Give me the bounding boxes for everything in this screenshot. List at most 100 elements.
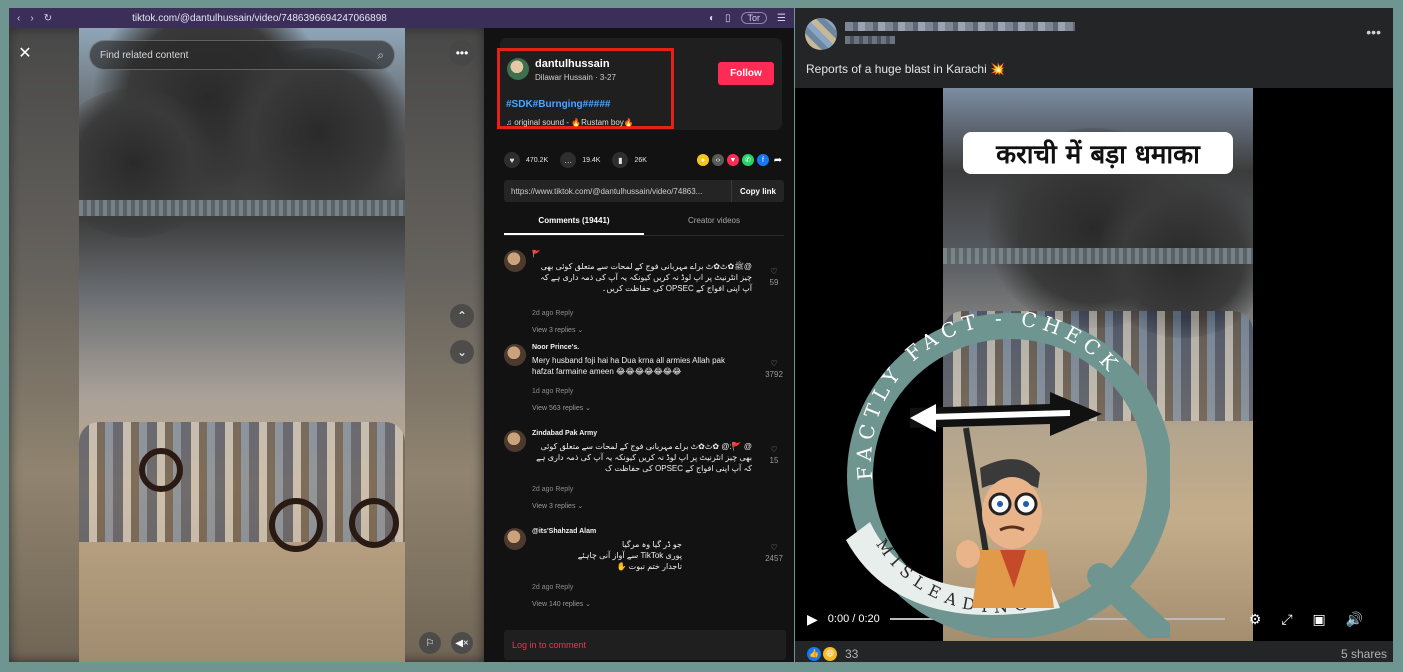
view-replies[interactable]: View 3 replies ⌄ (532, 326, 583, 334)
footbridge (943, 248, 1253, 264)
avatar[interactable] (504, 250, 526, 272)
facebook-video-player[interactable]: कराची में बड़ा धमाका (795, 88, 1393, 641)
comment-text: @ﷺ✿ٹ✿ٹ براے مہربانی فوج کے لمحات سے متعل… (540, 262, 752, 293)
reload-icon[interactable]: ↻ (44, 13, 52, 24)
sound-label[interactable]: ♫ original sound - 🔥Rustam boy🔥 (506, 118, 634, 127)
tab-comments[interactable]: Comments (19441) (504, 212, 644, 235)
video-frame[interactable] (79, 28, 405, 662)
report-icon[interactable]: ⚐ (419, 632, 441, 654)
fullscreen-icon[interactable]: ⤢ (1281, 611, 1292, 628)
comment-meta[interactable]: 1d ago Reply (532, 388, 573, 395)
video-progress-bar[interactable] (889, 618, 1225, 620)
post-meta (845, 36, 895, 44)
tiktok-window: ‹ › ↻ tiktok.com/@dantulhussain/video/74… (9, 8, 794, 662)
coin-icon[interactable]: ● (697, 154, 709, 166)
heart-outline-icon: ♡ (770, 543, 778, 552)
comment-like[interactable]: ♡ 15 (762, 444, 786, 466)
comment-meta[interactable]: 2d ago Reply (532, 584, 573, 591)
close-icon[interactable]: ✕ (12, 40, 38, 66)
menu-icon[interactable]: ☰ (777, 13, 786, 24)
comment-like[interactable]: ♡ 59 (762, 266, 786, 288)
video-controls: ▶ 0:00 / 0:20 ⚙ ⤢ ▣ 🔊 (795, 604, 1393, 634)
browser-toolbar: ‹ › ↻ tiktok.com/@dantulhussain/video/74… (9, 8, 794, 28)
comment-like-count: 2457 (765, 554, 783, 563)
send-icon[interactable]: ▼ (727, 154, 739, 166)
view-replies[interactable]: View 563 replies ⌄ (532, 404, 591, 412)
pip-icon[interactable]: ▣ (1313, 611, 1326, 628)
comment-text: Mery husband foji hai ha Dua krna all ar… (532, 356, 725, 376)
avatar[interactable] (504, 528, 526, 550)
avatar[interactable] (504, 430, 526, 452)
search-input[interactable]: Find related content ⌕ (89, 40, 395, 70)
comment-item: Noor Prince's. Mery husband foji hai ha … (504, 344, 786, 424)
footbridge (79, 200, 405, 216)
motorbike-wheel (269, 498, 323, 552)
author-username[interactable]: dantulhussain (535, 58, 610, 70)
heart-outline-icon: ♡ (770, 359, 778, 368)
heart-icon[interactable]: ♥ (504, 152, 520, 168)
comment-author[interactable]: 🚩 (532, 250, 541, 258)
comment-author[interactable]: @its'Shahzad Alam (532, 528, 596, 535)
tor-button[interactable]: Tor (740, 12, 768, 24)
login-to-comment[interactable]: Log in to comment (504, 630, 786, 660)
post-author-name[interactable] (845, 22, 1075, 31)
crowd (943, 311, 1253, 421)
facebook-post: ••• Reports of a huge blast in Karachi 💥… (795, 8, 1393, 662)
tab-bar: Comments (19441) Creator videos (504, 212, 784, 236)
search-icon[interactable]: ⌕ (377, 48, 384, 63)
post-caption: Reports of a huge blast in Karachi 💥 (806, 62, 1006, 76)
share-count[interactable]: 5 shares (1341, 647, 1387, 661)
search-placeholder: Find related content (100, 49, 189, 61)
facebook-icon[interactable]: f (757, 154, 769, 166)
mute-icon[interactable]: ◀× (451, 632, 473, 654)
previous-video-button[interactable]: ⌃ (450, 304, 474, 328)
sidebar-icon[interactable]: ▯ (725, 13, 731, 24)
share-arrow-icon[interactable]: ➦ (772, 154, 784, 166)
comment-icon[interactable]: … (560, 152, 577, 168)
more-icon[interactable]: ••• (449, 40, 475, 66)
hashtags[interactable]: #SDK#Burnging##### (506, 99, 610, 110)
heart-outline-icon: ♡ (770, 267, 778, 276)
avatar[interactable] (805, 18, 837, 50)
tab-creator-videos[interactable]: Creator videos (644, 212, 784, 235)
forward-icon[interactable]: › (30, 13, 33, 24)
heart-outline-icon: ♡ (770, 445, 778, 454)
video-link[interactable]: https://www.tiktok.com/@dantulhussain/vi… (504, 187, 731, 196)
volume-icon[interactable]: 🔊 (1346, 611, 1363, 628)
embed-icon[interactable]: ‹› (712, 154, 724, 166)
comment-author[interactable]: Zindabad Pak Army (532, 430, 597, 437)
post-footer: 👍 😆 33 5 shares (795, 646, 1393, 662)
reaction-count: 33 (845, 647, 859, 661)
avatar[interactable] (507, 58, 529, 80)
avatar[interactable] (504, 344, 526, 366)
comment-author[interactable]: Noor Prince's. (532, 344, 579, 351)
comment-meta[interactable]: 2d ago Reply (532, 310, 573, 317)
comment-item: @its'Shahzad Alam جو ڈر گیا وہ مرگیا پور… (504, 528, 786, 620)
haha-reaction-icon: 😆 (823, 647, 837, 661)
whatsapp-icon[interactable]: ✆ (742, 154, 754, 166)
music-note-icon: ♫ (506, 118, 515, 127)
view-replies[interactable]: View 140 replies ⌄ (532, 600, 591, 608)
address-bar[interactable]: tiktok.com/@dantulhussain/video/74863966… (132, 13, 387, 24)
saves-count: 26K (634, 156, 647, 164)
bookmark-icon[interactable]: ▮ (612, 152, 629, 168)
tiktok-video-player[interactable]: ✕ Find related content ⌕ ••• ⌃ ⌄ ⚐ ◀× (9, 28, 484, 662)
comment-item: 🚩 @ﷺ✿ٹ✿ٹ براے مہربانی فوج کے لمحات سے مت… (504, 250, 786, 342)
motorbike-wheel (349, 498, 399, 548)
comment-like[interactable]: ♡ 2457 (762, 542, 786, 564)
comment-like-count: 15 (769, 456, 779, 465)
view-replies[interactable]: View 3 replies ⌄ (532, 502, 583, 510)
back-icon[interactable]: ‹ (17, 13, 20, 24)
play-icon[interactable]: ▶ (807, 611, 818, 628)
extension-icon[interactable]: ◐ (709, 13, 715, 24)
comment-like[interactable]: ♡ 3792 (762, 358, 786, 380)
comment-text: @ 🚩:@ ✿ٹ✿ٹ براے مہربانی فوج کے لمحات سے … (536, 442, 752, 473)
author-subline: Dilawar Hussain · 3-27 (535, 73, 616, 82)
comment-meta[interactable]: 2d ago Reply (532, 486, 573, 493)
follow-button[interactable]: Follow (718, 62, 774, 85)
next-video-button[interactable]: ⌄ (450, 340, 474, 364)
settings-icon[interactable]: ⚙ (1249, 611, 1262, 628)
more-icon[interactable]: ••• (1366, 24, 1381, 40)
copy-link-button[interactable]: Copy link (730, 180, 784, 202)
reactions[interactable]: 👍 😆 33 (807, 647, 858, 661)
